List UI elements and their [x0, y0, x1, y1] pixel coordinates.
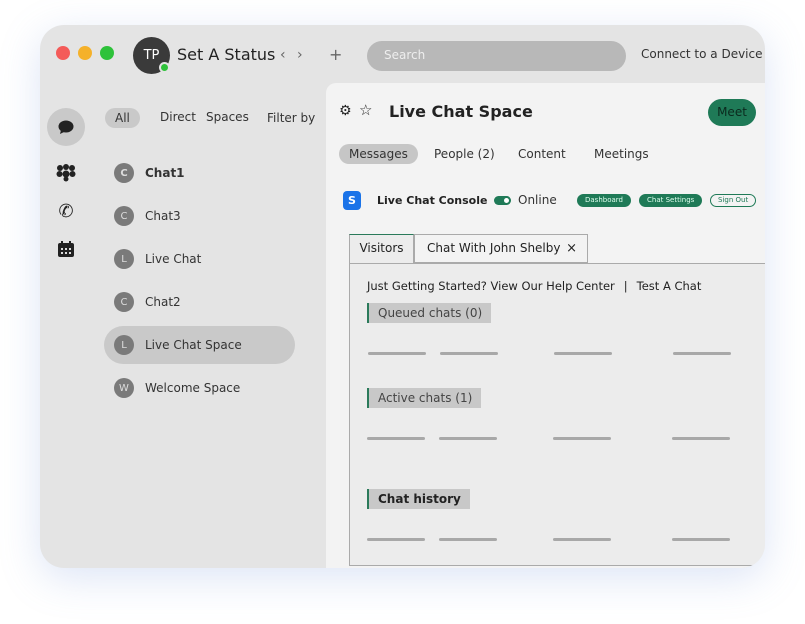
placeholder-line: [554, 352, 612, 355]
chat-avatar: L: [114, 249, 134, 269]
forward-button[interactable]: ›: [297, 47, 303, 63]
online-toggle[interactable]: [494, 196, 511, 205]
maximize-window-button[interactable]: [100, 46, 114, 60]
dashboard-button[interactable]: Dashboard: [577, 194, 631, 207]
separator: |: [623, 279, 628, 293]
close-window-button[interactable]: [56, 46, 70, 60]
teams-icon[interactable]: [55, 163, 77, 183]
app-window: TP Set A Status ‹ › + Search Connect to …: [40, 25, 765, 568]
test-chat-link[interactable]: Test A Chat: [637, 279, 702, 293]
chat-name: Chat3: [145, 209, 181, 223]
chat-avatar: C: [114, 163, 134, 183]
chat-name: Live Chat: [145, 252, 202, 266]
help-center-link[interactable]: Just Getting Started? View Our Help Cent…: [367, 279, 615, 293]
tab-messages[interactable]: Messages: [339, 144, 418, 164]
placeholder-line: [439, 437, 497, 440]
chat-list-item-selected[interactable]: L Live Chat Space: [104, 326, 295, 364]
chat-list-item[interactable]: C Chat2: [104, 283, 295, 321]
visitors-panel: Just Getting Started? View Our Help Cent…: [349, 263, 765, 566]
online-status-dot: [159, 62, 170, 73]
sign-out-button[interactable]: Sign Out: [710, 194, 757, 207]
space-panel: ⚙ ☆ Live Chat Space Meet Messages People…: [326, 83, 765, 568]
gear-icon[interactable]: ⚙: [339, 103, 352, 119]
filter-direct[interactable]: Direct: [160, 110, 196, 124]
chat-name: Chat1: [145, 166, 185, 180]
phone-icon[interactable]: ✆: [55, 201, 77, 222]
chat-list-item[interactable]: L Live Chat: [104, 240, 295, 278]
console-title: Live Chat Console: [377, 194, 488, 207]
calendar-icon[interactable]: [55, 239, 77, 259]
online-label: Online: [518, 193, 557, 207]
chat-avatar: L: [114, 335, 134, 355]
search-input[interactable]: Search: [367, 41, 626, 71]
star-icon[interactable]: ☆: [359, 101, 372, 119]
queued-chats-header: Queued chats (0): [367, 303, 492, 323]
back-button[interactable]: ‹: [280, 47, 286, 63]
tab-content[interactable]: Content: [508, 144, 576, 164]
meet-button[interactable]: Meet: [708, 99, 756, 126]
placeholder-line: [367, 437, 425, 440]
tab-chat-john-shelby[interactable]: Chat With John Shelby ×: [414, 234, 588, 263]
placeholder-line: [439, 538, 497, 541]
placeholder-line: [367, 538, 425, 541]
placeholder-line: [553, 437, 611, 440]
chat-list-item[interactable]: C Chat3: [104, 197, 295, 235]
add-button[interactable]: +: [329, 45, 342, 64]
chat-settings-button[interactable]: Chat Settings: [639, 194, 703, 207]
placeholder-line: [440, 352, 498, 355]
filter-by[interactable]: Filter by: [267, 111, 315, 125]
chat-avatar: C: [114, 292, 134, 312]
chat-list-item[interactable]: W Welcome Space: [104, 369, 295, 407]
chat-list-item[interactable]: C Chat1: [104, 154, 295, 192]
tab-meetings[interactable]: Meetings: [584, 144, 659, 164]
placeholder-line: [368, 352, 426, 355]
placeholder-line: [673, 352, 731, 355]
connect-device-button[interactable]: Connect to a Device: [641, 47, 763, 61]
tab-people[interactable]: People (2): [424, 144, 505, 164]
space-title: Live Chat Space: [389, 102, 533, 121]
active-chats-header: Active chats (1): [367, 388, 482, 408]
placeholder-line: [553, 538, 611, 541]
close-tab-icon[interactable]: ×: [566, 235, 577, 262]
set-status-button[interactable]: Set A Status: [177, 45, 275, 64]
filter-spaces[interactable]: Spaces: [206, 110, 249, 124]
chat-icon[interactable]: [47, 108, 85, 146]
filter-all[interactable]: All: [105, 108, 140, 128]
chat-tab-label: Chat With John Shelby: [427, 241, 561, 255]
chat-avatar: C: [114, 206, 134, 226]
live-chat-logo-icon: S: [343, 191, 361, 210]
chat-name: Live Chat Space: [145, 338, 242, 352]
tab-visitors[interactable]: Visitors: [349, 234, 414, 263]
placeholder-line: [672, 437, 730, 440]
chat-name: Welcome Space: [145, 381, 241, 395]
chat-name: Chat2: [145, 295, 181, 309]
minimize-window-button[interactable]: [78, 46, 92, 60]
chat-history-header: Chat history: [367, 489, 470, 509]
placeholder-line: [672, 538, 730, 541]
chat-avatar: W: [114, 378, 134, 398]
